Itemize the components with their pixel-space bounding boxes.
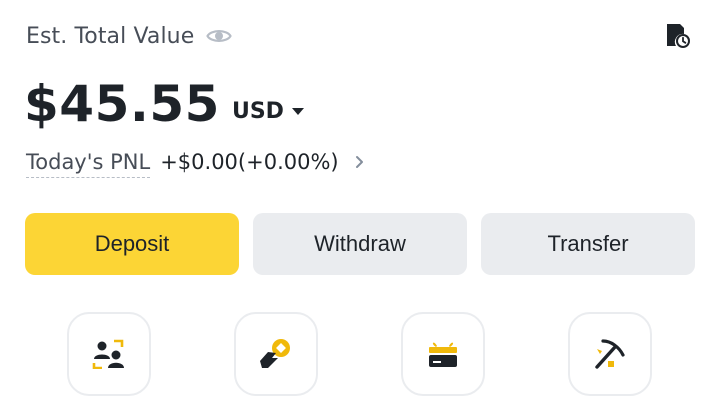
balance-amount: $45.55 — [24, 75, 220, 133]
shortcut-gift-card[interactable] — [401, 312, 485, 396]
shortcut-coin-hand[interactable] — [234, 312, 318, 396]
est-total-value-row: Est. Total Value — [26, 20, 233, 52]
pickaxe-icon — [595, 339, 625, 369]
deposit-button[interactable]: Deposit — [25, 213, 239, 275]
currency-label: USD — [231, 99, 284, 124]
transfer-button[interactable]: Transfer — [481, 213, 695, 275]
shortcut-pickaxe[interactable] — [568, 312, 652, 396]
withdraw-button[interactable]: Withdraw — [253, 213, 467, 275]
pnl-label: Today's PNL — [26, 150, 151, 178]
currency-dropdown[interactable]: USD — [232, 99, 304, 124]
eye-icon[interactable] — [206, 23, 233, 49]
shortcut-users[interactable] — [67, 312, 151, 396]
pnl-value: +$0.00(+0.00%) — [160, 150, 339, 174]
caret-down-icon — [291, 106, 304, 118]
users-icon — [92, 339, 124, 369]
history-icon[interactable] — [664, 22, 692, 50]
gift-card-icon — [429, 342, 457, 367]
balance-row: $45.55 USD — [24, 70, 304, 134]
pnl-row[interactable]: Today's PNL +$0.00(+0.00%) — [26, 146, 367, 182]
chevron-right-icon — [355, 156, 367, 171]
est-total-value-label: Est. Total Value — [26, 23, 195, 49]
coin-hand-icon — [260, 339, 290, 368]
